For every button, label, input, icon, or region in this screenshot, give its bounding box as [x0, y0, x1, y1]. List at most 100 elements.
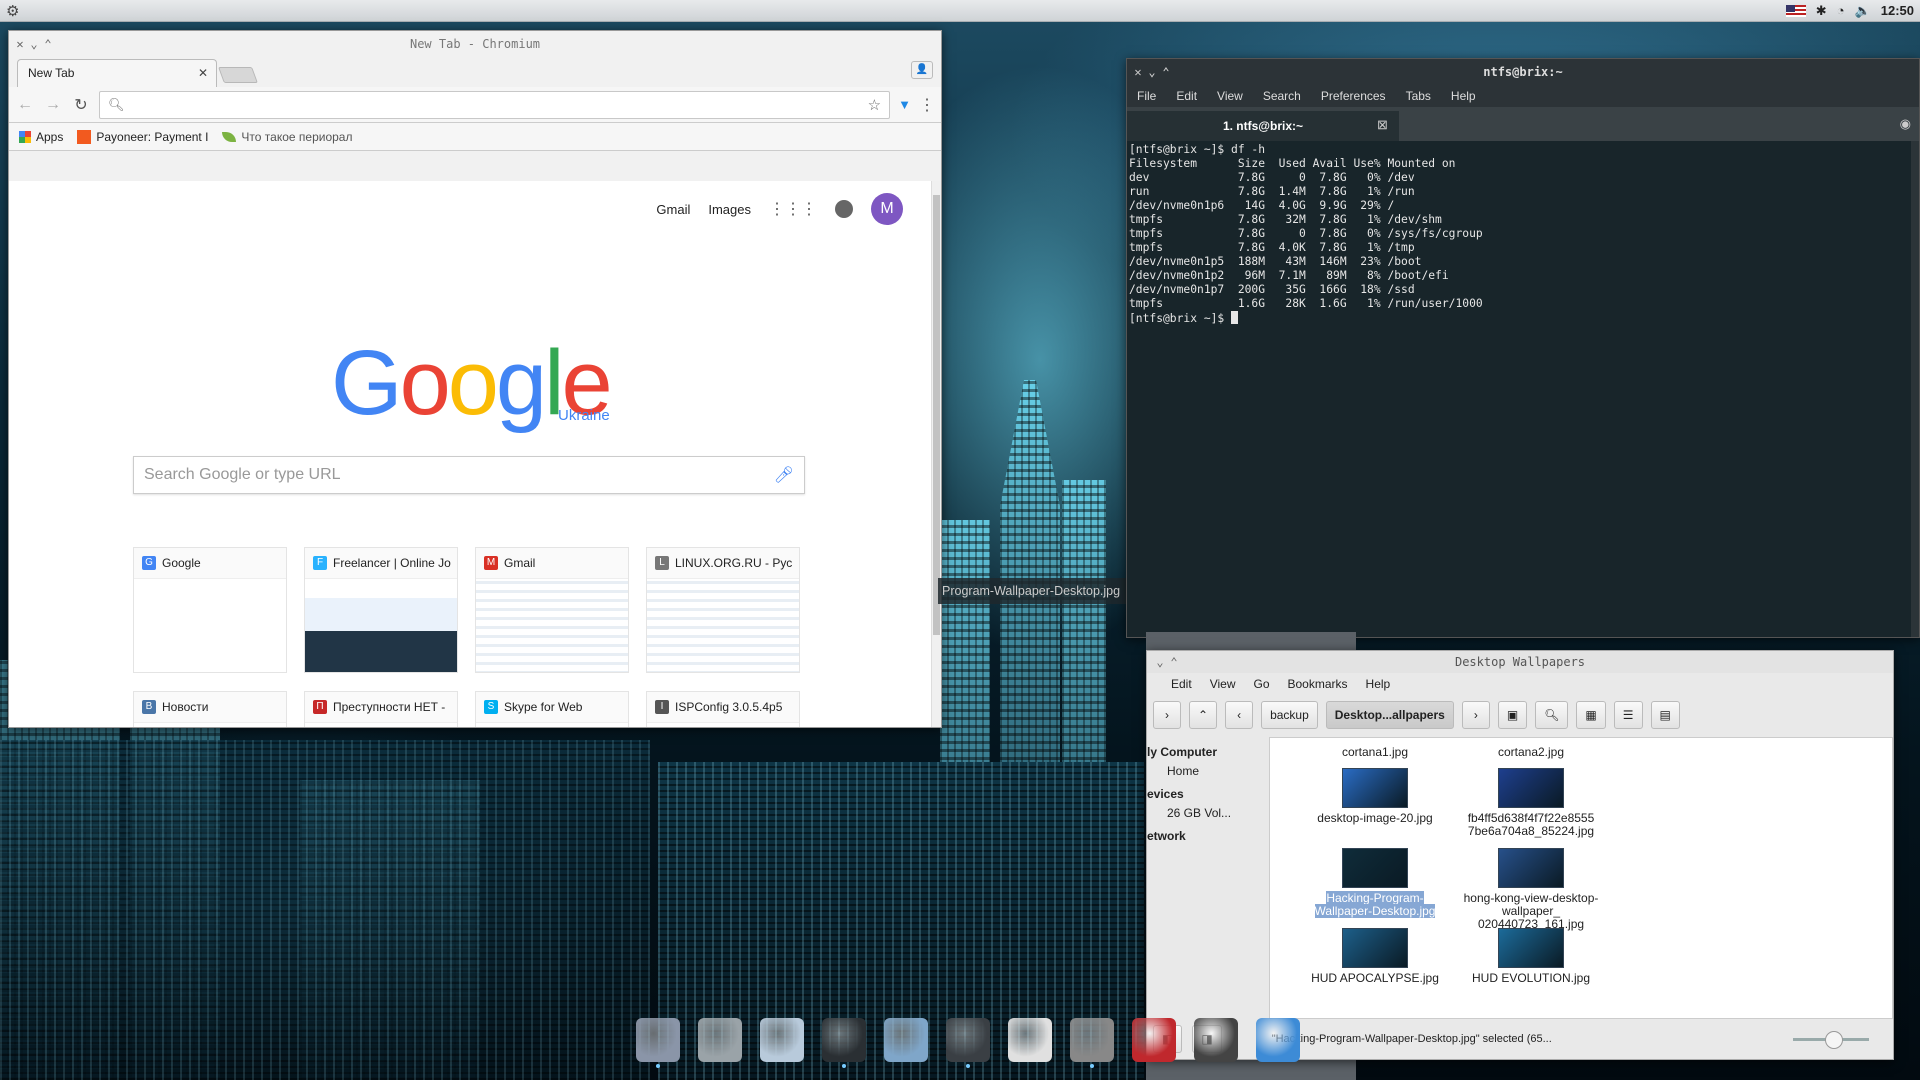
avatar[interactable]: M [871, 193, 903, 225]
most-visited-tile[interactable]: I ISPConfig 3.0.5.4p5 [646, 691, 800, 727]
menu-help[interactable]: Help [1366, 677, 1391, 691]
forward-button[interactable]: › [1153, 701, 1181, 729]
chat-icon[interactable] [1256, 1018, 1300, 1062]
images-link[interactable]: Images [708, 202, 751, 217]
close-tab-icon[interactable]: ✕ [198, 66, 208, 80]
minimize-icon[interactable]: ⌄ [1145, 59, 1159, 85]
file-item[interactable]: HUD EVOLUTION.jpg [1456, 928, 1606, 985]
terminal-titlebar[interactable]: ✕ ⌄ ⌃ ntfs@brix:~ [1127, 59, 1919, 85]
file-manager-titlebar[interactable]: ⌄ ⌃ Desktop Wallpapers [1147, 651, 1893, 673]
close-icon[interactable]: ✕ [13, 31, 27, 57]
gear-icon[interactable]: ⚙ [6, 2, 19, 20]
star-icon[interactable]: ☆ [868, 96, 881, 114]
terminal-tab[interactable]: 1. ntfs@brix:~ [1127, 111, 1399, 141]
browser-icon[interactable] [1132, 1018, 1176, 1062]
file-item[interactable]: Hacking-Program-Wallpaper-Desktop.jpg [1300, 848, 1450, 918]
most-visited-tile[interactable]: П Преступности НЕТ - [304, 691, 458, 727]
extension-icon[interactable]: ▼ [898, 97, 911, 112]
most-visited-tile[interactable]: В Новости [133, 691, 287, 727]
minimize-icon[interactable]: ⌄ [27, 31, 41, 57]
maximize-icon[interactable]: ⌃ [41, 31, 55, 57]
terminal-screen[interactable]: [ntfs@brix ~]$ df -h Filesystem Size Used… [1127, 141, 1911, 637]
clock[interactable]: 12:50 [1881, 3, 1914, 18]
menu-edit[interactable]: Edit [1171, 677, 1192, 691]
profile-icon[interactable]: 👤 [911, 61, 933, 79]
most-visited-tile[interactable]: M Gmail [475, 547, 629, 673]
text-editor-icon[interactable] [1008, 1018, 1052, 1062]
leaf-icon [222, 131, 237, 142]
menu-help[interactable]: Help [1451, 89, 1476, 103]
location-icon[interactable]: ▣ [1497, 701, 1528, 729]
menu-view[interactable]: View [1210, 677, 1236, 691]
menu-bookmarks[interactable]: Bookmarks [1288, 677, 1348, 691]
menu-icon[interactable]: ⋮ [919, 95, 935, 115]
gmail-link[interactable]: Gmail [656, 202, 690, 217]
terminal-scrollbar[interactable] [1911, 141, 1919, 637]
menu-file[interactable]: File [1137, 89, 1156, 103]
tab-new-tab[interactable]: New Tab ✕ [17, 59, 217, 87]
system-monitor-icon[interactable] [1070, 1018, 1114, 1068]
bookmark-apps[interactable]: Apps [19, 130, 63, 144]
search-input[interactable]: Search Google or type URL 🎤︎ [133, 456, 805, 494]
sidebar-item-volume[interactable]: 26 GB Vol... [1157, 804, 1269, 823]
path-right-arrow[interactable]: › [1461, 701, 1490, 729]
books-icon[interactable] [884, 1018, 928, 1062]
up-button[interactable]: ⌃ [1189, 701, 1218, 729]
most-visited-tile[interactable]: L LINUX.ORG.RU - Рус [646, 547, 800, 673]
page-scrollbar[interactable] [931, 181, 941, 727]
most-visited-tile[interactable]: S Skype for Web [475, 691, 629, 727]
wifi-icon[interactable]: ◔ [1837, 3, 1845, 18]
server-icon[interactable] [698, 1018, 742, 1062]
close-tab-icon[interactable]: ⊠ [1377, 117, 1388, 133]
reload-icon[interactable]: ↻ [71, 95, 91, 115]
bluetooth-icon[interactable]: ✱ [1816, 3, 1827, 19]
omnibox[interactable]: 🔍︎ ☆ [99, 90, 891, 119]
file-item[interactable]: cortana1.jpg [1300, 746, 1450, 759]
maximize-icon[interactable]: ⌃ [1167, 651, 1181, 673]
volume-icon[interactable]: 🔈 [1855, 3, 1871, 19]
back-icon[interactable]: ← [15, 96, 35, 114]
disk-utility-icon[interactable] [946, 1018, 990, 1068]
zoom-slider[interactable] [1793, 1030, 1869, 1049]
minimize-icon[interactable]: ⌄ [1153, 651, 1167, 673]
file-item[interactable]: HUD APOCALYPSE.jpg [1300, 928, 1450, 985]
list-view-icon[interactable]: ☰ [1613, 701, 1643, 729]
microphone-icon[interactable]: 🎤︎ [774, 465, 794, 485]
webcam-icon[interactable] [636, 1018, 680, 1068]
menu-edit[interactable]: Edit [1176, 89, 1197, 103]
file-item[interactable]: cortana2.jpg [1456, 746, 1606, 759]
terminal-icon[interactable] [822, 1018, 866, 1068]
compact-view-icon[interactable]: ▤ [1650, 701, 1680, 729]
sidebar-item-home[interactable]: Home [1157, 762, 1269, 781]
sidebar-header-computer: ly Computer [1147, 745, 1218, 759]
file-item[interactable]: fb4ff5d638f4f7f22e8555 7be6a704a8_85224.… [1456, 768, 1606, 838]
menu-preferences[interactable]: Preferences [1321, 89, 1386, 103]
file-item[interactable]: hong-kong-view-desktop-wallpaper_ 020440… [1456, 848, 1606, 931]
menu-view[interactable]: View [1217, 89, 1243, 103]
maximize-icon[interactable]: ⌃ [1159, 59, 1173, 85]
path-current[interactable]: Desktop...allpapers [1325, 701, 1454, 729]
file-item[interactable]: desktop-image-20.jpg [1300, 768, 1450, 825]
menu-tabs[interactable]: Tabs [1406, 89, 1431, 103]
apps-launcher-icon[interactable]: ⋮⋮⋮ [769, 199, 817, 219]
terminal-line: /dev/nvme0n1p5 188M 43M 146M 23% /boot [1129, 255, 1422, 268]
path-backup[interactable]: backup [1261, 701, 1318, 729]
menu-go[interactable]: Go [1253, 677, 1269, 691]
notes-icon[interactable] [760, 1018, 804, 1062]
most-visited-tile[interactable]: F Freelancer | Online Jo [304, 547, 458, 673]
search-icon[interactable]: 🔍︎ [1535, 701, 1569, 729]
keyboard-flag-icon[interactable] [1785, 4, 1806, 17]
calculator-icon[interactable] [1194, 1018, 1238, 1062]
close-icon[interactable]: ✕ [1131, 59, 1145, 85]
bookmark-leaf[interactable]: Что такое периорал [222, 130, 352, 144]
chromium-titlebar[interactable]: ✕ ⌄ ⌃ New Tab - Chromium [9, 31, 941, 57]
most-visited-tile[interactable]: G Google [133, 547, 287, 673]
new-tab-button[interactable] [218, 67, 258, 83]
menu-search[interactable]: Search [1263, 89, 1301, 103]
tab-menu-icon[interactable]: ◉ [1900, 116, 1911, 132]
forward-icon[interactable]: → [43, 96, 63, 114]
bookmark-payoneer[interactable]: Payoneer: Payment I [77, 129, 208, 144]
path-left-arrow[interactable]: ‹ [1225, 701, 1254, 729]
icon-view-icon[interactable]: ▦ [1576, 701, 1606, 729]
notifications-icon[interactable] [835, 200, 853, 218]
